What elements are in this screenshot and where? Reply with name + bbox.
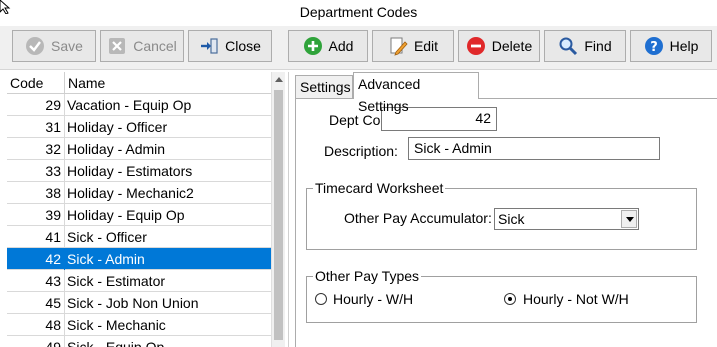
radio-hourly-wh-label[interactable]: Hourly - W/H (333, 291, 413, 307)
row-name: Sick - Job Non Union (67, 295, 199, 311)
row-code: 31 (45, 119, 61, 135)
grid-scrollbar[interactable] (271, 72, 285, 347)
radio-hourly-wh[interactable] (315, 293, 327, 305)
row-code: 49 (45, 339, 61, 347)
dropdown-button[interactable] (621, 210, 637, 228)
title-bar: Department Codes (0, 0, 717, 26)
row-name: Sick - Equip Op (67, 339, 165, 347)
row-code: 42 (45, 251, 61, 267)
timecard-worksheet-legend: Timecard Worksheet (313, 180, 446, 196)
table-row[interactable]: 49 Sick - Equip Op (7, 336, 271, 347)
tab-settings-label: Settings (300, 79, 351, 95)
table-row[interactable]: 33 Holiday - Estimators (7, 160, 271, 182)
delete-button[interactable]: Delete (458, 30, 540, 62)
row-name: Holiday - Officer (67, 119, 168, 135)
table-row[interactable]: 48 Sick - Mechanic (7, 314, 271, 336)
help-question-icon: ? (644, 37, 663, 55)
tab-advanced-settings[interactable]: Advanced Settings (353, 72, 479, 114)
row-code: 41 (45, 229, 61, 245)
row-name: Vacation - Equip Op (67, 97, 192, 113)
close-label: Close (225, 38, 261, 54)
find-button[interactable]: Find (544, 30, 626, 62)
find-label: Find (584, 38, 612, 54)
edit-button[interactable]: Edit (372, 30, 454, 62)
row-code: 48 (45, 317, 61, 333)
cancel-button[interactable]: Cancel (100, 30, 184, 62)
table-row[interactable]: 39 Holiday - Equip Op (7, 204, 271, 226)
row-code: 39 (45, 207, 61, 223)
window-title: Department Codes (299, 4, 418, 20)
delete-minus-icon (466, 37, 485, 55)
table-row[interactable]: 41 Sick - Officer (7, 226, 271, 248)
checkmark-icon (26, 37, 45, 55)
grid-header: Code Name (7, 72, 271, 94)
add-plus-icon (303, 37, 322, 55)
table-row[interactable]: 32 Holiday - Admin (7, 138, 271, 160)
column-header-name[interactable]: Name (68, 75, 105, 91)
row-code: 32 (45, 141, 61, 157)
exit-door-icon (201, 38, 218, 54)
description-field[interactable]: Sick - Admin (408, 137, 660, 160)
other-pay-types-legend: Other Pay Types (313, 268, 422, 284)
magnifier-icon (559, 37, 578, 56)
timecard-worksheet-group: Timecard Worksheet Other Pay Accumulator… (306, 180, 697, 250)
grid-rows: 29 Vacation - Equip Op 31 Holiday - Office… (7, 94, 271, 347)
scroll-up-arrow-icon[interactable] (275, 77, 283, 82)
help-label: Help (669, 38, 699, 54)
cancel-label: Cancel (133, 38, 177, 54)
other-pay-types-group: Other Pay Types Hourly - W/H Hourly - No… (306, 268, 697, 323)
tab-settings[interactable]: Settings (295, 75, 353, 99)
other-pay-accumulator-value: Sick (498, 211, 525, 227)
row-name: Holiday - Estimators (67, 163, 193, 179)
chevron-down-icon (626, 217, 634, 222)
row-name: Holiday - Mechanic2 (67, 185, 194, 201)
other-pay-accumulator-select[interactable]: Sick (494, 208, 639, 230)
cancel-x-icon (109, 38, 126, 54)
edit-pencil-icon (390, 37, 408, 56)
radio-hourly-not-wh-label[interactable]: Hourly - Not W/H (523, 291, 629, 307)
table-row-selected[interactable]: 42 Sick - Admin (7, 248, 271, 270)
edit-label: Edit (413, 38, 439, 54)
table-row[interactable]: 29 Vacation - Equip Op (7, 94, 271, 116)
row-name: Holiday - Admin (67, 141, 166, 157)
help-button[interactable]: ? Help (630, 30, 712, 62)
pane-divider[interactable] (288, 72, 289, 347)
scroll-thumb[interactable] (274, 90, 283, 340)
add-button[interactable]: Add (288, 30, 368, 62)
svg-text:?: ? (650, 40, 658, 55)
advanced-settings-panel: Dept Code: 42 Description: Sick - Admin … (295, 98, 717, 347)
department-grid[interactable]: Code Name 29 Vacation - Equip Op 31 Holida… (7, 72, 285, 347)
add-label: Add (328, 38, 354, 54)
row-code: 29 (45, 97, 61, 113)
row-name: Sick - Estimator (67, 273, 166, 289)
radio-hourly-not-wh[interactable] (504, 293, 516, 305)
column-header-code[interactable]: Code (10, 75, 43, 91)
row-name: Holiday - Equip Op (67, 207, 185, 223)
other-pay-accumulator-label: Other Pay Accumulator: (344, 210, 492, 226)
row-name: Sick - Officer (67, 229, 147, 245)
row-code: 45 (45, 295, 61, 311)
row-code: 43 (45, 273, 61, 289)
toolbar: Save Cancel Close Add Edit Delete Find ?… (0, 26, 717, 70)
table-row[interactable]: 45 Sick - Job Non Union (7, 292, 271, 314)
row-code: 38 (45, 185, 61, 201)
row-code: 33 (45, 163, 61, 179)
table-row[interactable]: 43 Sick - Estimator (7, 270, 271, 292)
table-row[interactable]: 31 Holiday - Officer (7, 116, 271, 138)
save-label: Save (51, 38, 83, 54)
row-name: Sick - Admin (67, 251, 145, 267)
row-name: Sick - Mechanic (67, 317, 166, 333)
table-row[interactable]: 38 Holiday - Mechanic2 (7, 182, 271, 204)
save-button[interactable]: Save (12, 30, 96, 62)
delete-label: Delete (491, 38, 533, 54)
description-label: Description: (324, 143, 398, 159)
close-button[interactable]: Close (188, 30, 272, 62)
